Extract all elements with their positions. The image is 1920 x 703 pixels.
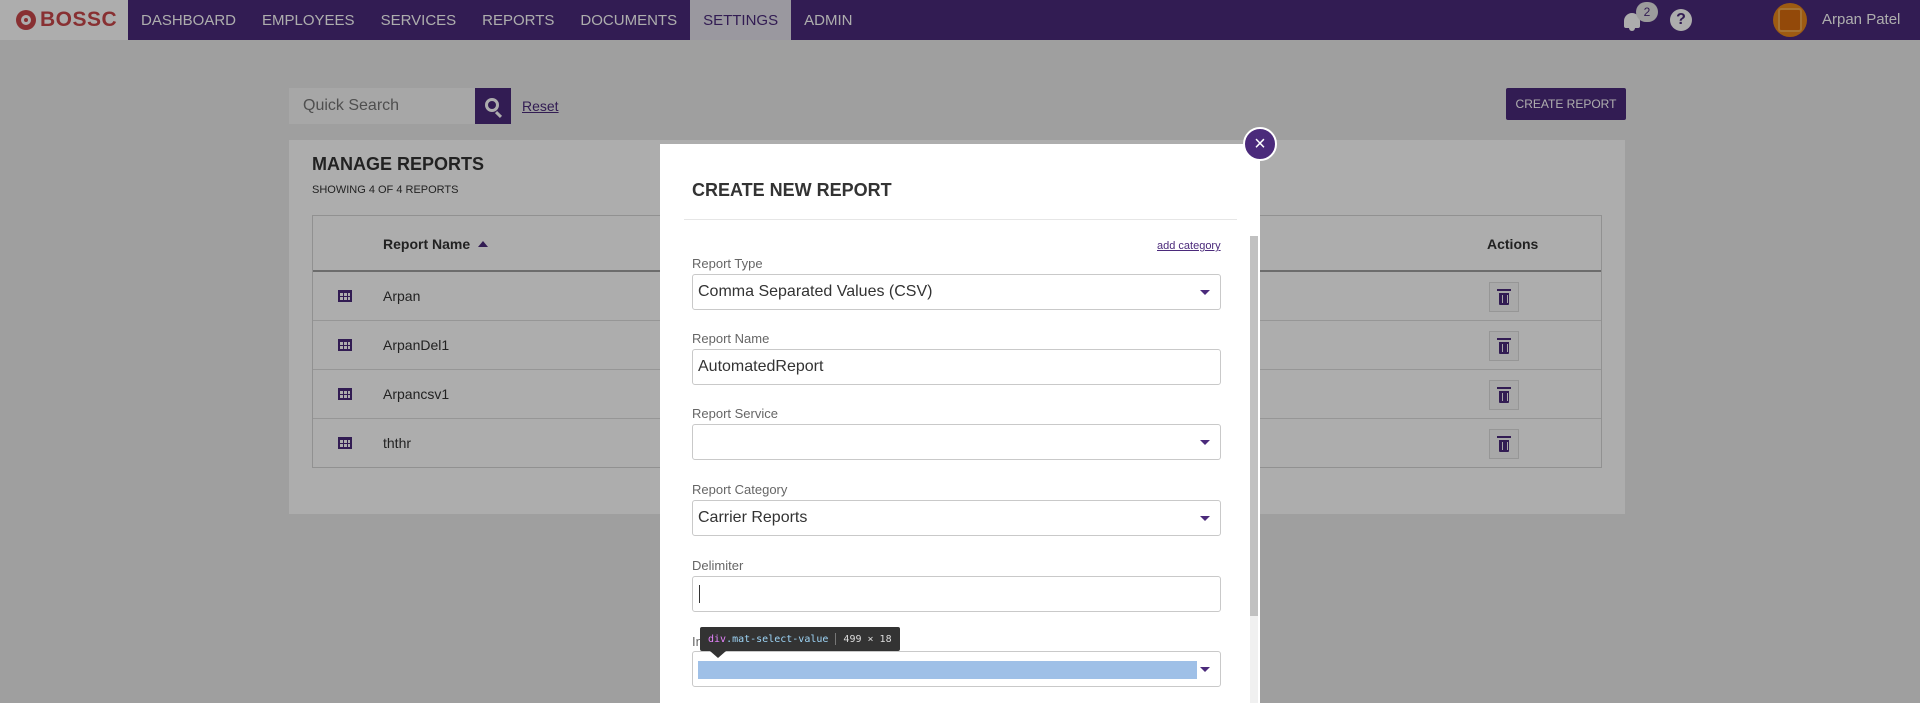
dialog-title: CREATE NEW REPORT — [692, 180, 892, 200]
dialog-scrollbar[interactable] — [1250, 236, 1258, 703]
devtools-tooltip: div .mat-select-value 499 × 18 — [700, 627, 900, 658]
text-cursor — [699, 585, 700, 603]
close-icon: × — [1254, 132, 1266, 155]
add-category-link[interactable]: add category — [1157, 240, 1221, 252]
delimiter-label: Delimiter — [692, 558, 744, 573]
report-category-value: Carrier Reports — [698, 509, 808, 526]
tooltip-tag: div — [708, 633, 727, 645]
report-type-label: Report Type — [692, 256, 763, 271]
report-name-input[interactable]: AutomatedReport — [692, 349, 1221, 385]
report-service-label: Report Service — [692, 406, 778, 421]
close-dialog-button[interactable]: × — [1243, 127, 1277, 161]
tooltip-separator — [835, 633, 837, 645]
create-report-dialog: CREATE NEW REPORT add category Report Ty… — [660, 144, 1260, 703]
select-value-highlight — [698, 661, 1197, 679]
report-name-value: AutomatedReport — [698, 358, 824, 375]
report-category-select[interactable]: Carrier Reports — [692, 500, 1221, 536]
chevron-down-icon — [1200, 516, 1210, 521]
partial-select[interactable] — [692, 651, 1221, 687]
chevron-down-icon — [1200, 667, 1210, 672]
tooltip-size: 499 × 18 — [843, 633, 892, 645]
report-name-label: Report Name — [692, 331, 770, 346]
report-type-select[interactable]: Comma Separated Values (CSV) — [692, 274, 1221, 310]
report-category-label: Report Category — [692, 482, 788, 497]
delimiter-input[interactable] — [692, 576, 1221, 612]
scrollbar-thumb[interactable] — [1250, 236, 1258, 616]
report-service-select[interactable] — [692, 424, 1221, 460]
chevron-down-icon — [1200, 290, 1210, 295]
tooltip-arrow — [710, 651, 726, 658]
report-type-value: Comma Separated Values (CSV) — [698, 283, 933, 300]
tooltip-class: .mat-select-value — [726, 633, 829, 645]
divider — [684, 219, 1237, 220]
chevron-down-icon — [1200, 440, 1210, 445]
